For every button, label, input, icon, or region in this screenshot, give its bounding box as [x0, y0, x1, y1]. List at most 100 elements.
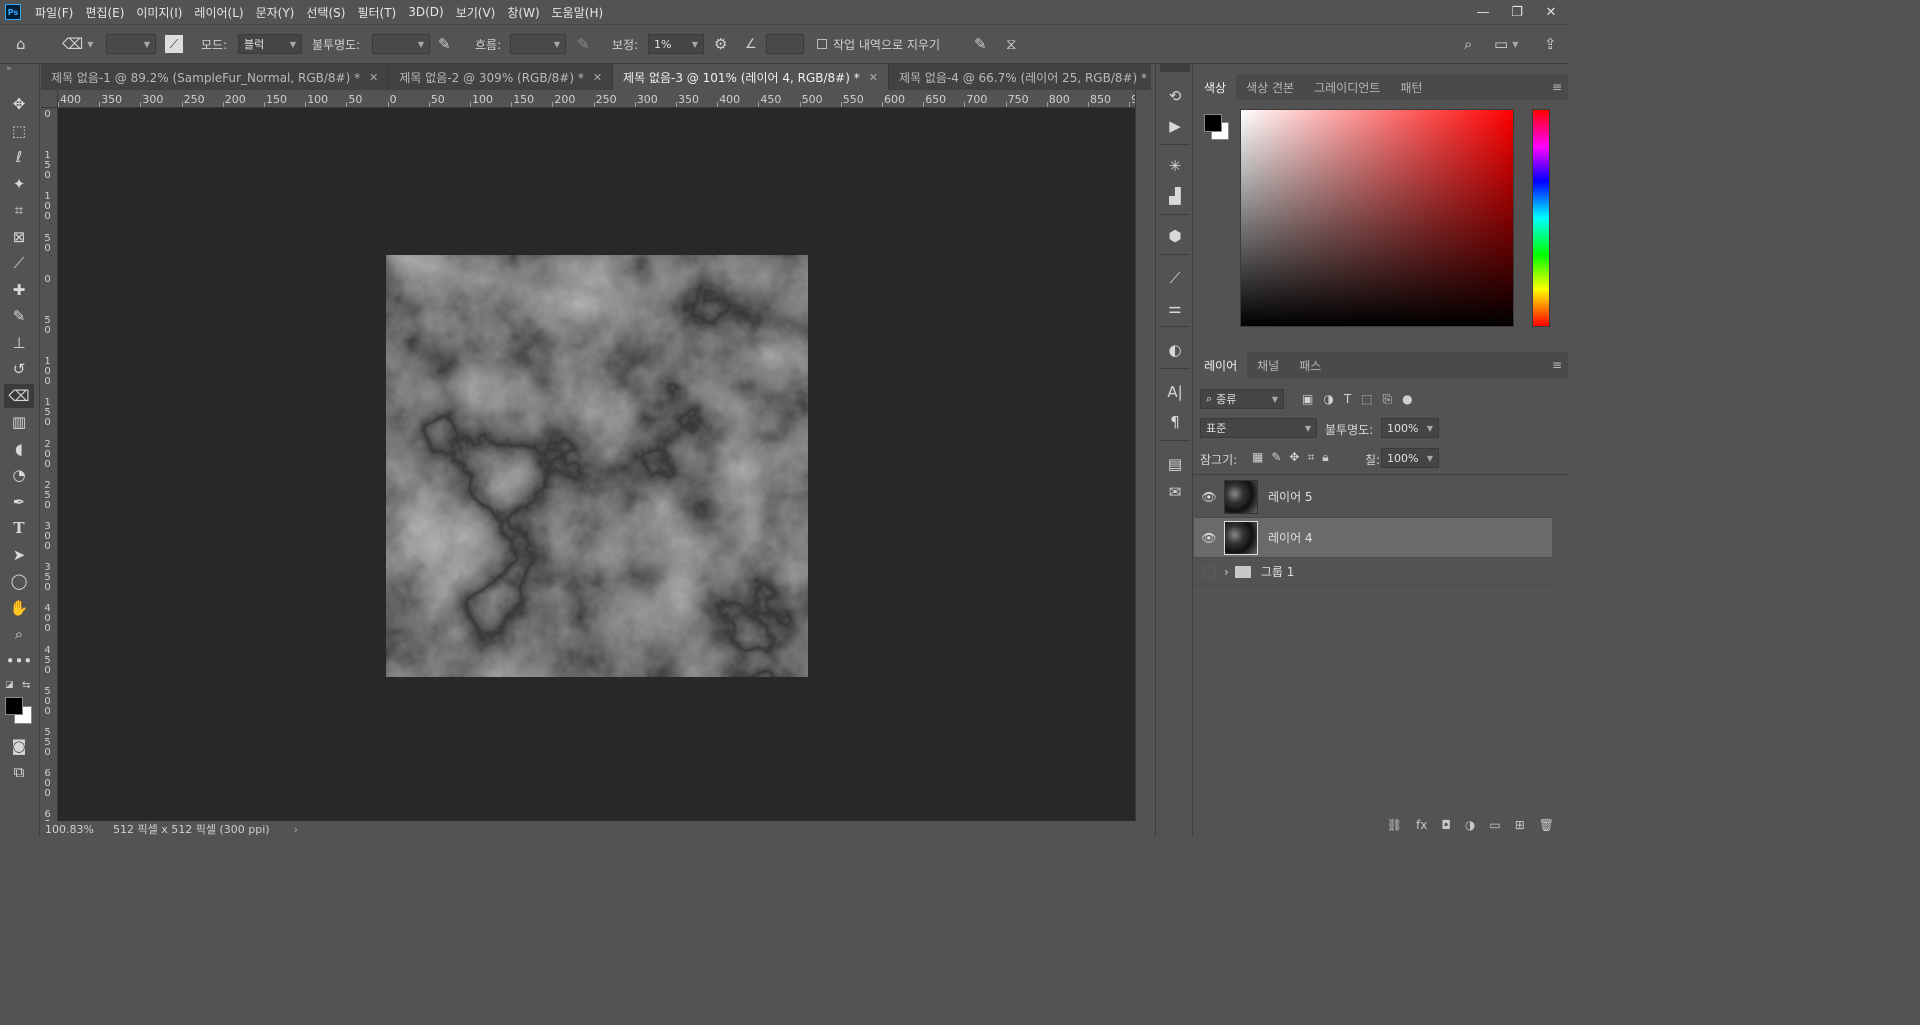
filter-pixel-icon[interactable]: ▣ [1302, 392, 1313, 407]
close-icon[interactable]: ✕ [593, 71, 602, 84]
status-menu-icon[interactable]: › [294, 823, 298, 836]
close-icon[interactable]: ✕ [369, 71, 378, 84]
lock-position-icon[interactable]: ✥ [1289, 450, 1299, 465]
brush-preset-picker[interactable]: ▼ [106, 25, 156, 63]
trash-icon[interactable]: 🗑︎ [1539, 818, 1554, 832]
restore-icon[interactable]: ❐ [1500, 0, 1534, 24]
horizontal-ruler[interactable]: 400 350 300 250 200 150 100 50 0 50 100 150 200 250 30… [58, 90, 1135, 108]
filter-shape-icon[interactable]: ⬚ [1361, 392, 1372, 407]
filter-toggle-icon[interactable]: ● [1402, 392, 1412, 407]
dock-handle[interactable] [1160, 64, 1190, 72]
doc-tab-1[interactable]: 제목 없음-1 @ 89.2% (SampleFur_Normal, RGB/8… [41, 64, 390, 90]
default-colors-icon[interactable]: ◪ [5, 680, 14, 690]
move-icon[interactable]: ✥ [4, 92, 34, 116]
panel-menu-icon[interactable]: ≡ [1552, 80, 1562, 94]
vertical-scrollbar[interactable] [1135, 90, 1151, 821]
search-icon[interactable]: ⌕ [1464, 25, 1472, 63]
character-icon[interactable]: A| [1160, 380, 1190, 404]
paragraph-icon[interactable]: ¶ [1160, 410, 1190, 434]
document-canvas[interactable] [386, 255, 808, 677]
histogram-icon[interactable]: ▟ [1160, 184, 1190, 208]
pressure-size-icon[interactable]: ✎ [974, 25, 987, 63]
workspace-icon[interactable]: ▭ ▼ [1494, 25, 1518, 63]
doc-tab-3[interactable]: 제목 없음-3 @ 101% (레이어 4, RGB/8#) * ✕ [613, 64, 889, 90]
3d-icon[interactable]: ⬢ [1160, 224, 1190, 248]
angle-input[interactable] [766, 25, 804, 63]
clone-source-icon[interactable]: ◐ [1160, 338, 1190, 362]
tab-color[interactable]: 색상 [1194, 74, 1237, 100]
opacity-input[interactable]: ▼ [372, 25, 430, 63]
brush-settings-icon[interactable]: ⟋ [165, 25, 183, 63]
hand-icon[interactable]: ✋ [4, 596, 34, 620]
minimize-icon[interactable]: — [1466, 0, 1500, 24]
tab-channels[interactable]: 채널 [1247, 352, 1289, 378]
foreground-color-swatch[interactable] [1204, 114, 1222, 132]
doc-tab-2[interactable]: 제목 없음-2 @ 309% (RGB/8#) * ✕ [389, 64, 614, 90]
menu-help[interactable]: 도움말(H) [546, 4, 610, 21]
tool-preset-picker[interactable]: ⌫ ▼ [62, 25, 93, 63]
new-group-icon[interactable]: ▭ [1489, 818, 1500, 832]
healing-icon[interactable]: ✚ [4, 278, 34, 302]
zoom-level[interactable]: 100.83% [45, 823, 109, 836]
visibility-eye-icon[interactable]: 👁︎ [1194, 490, 1224, 504]
ellipse-icon[interactable]: ◯ [4, 569, 34, 593]
tab-gradients[interactable]: 그레이디언트 [1304, 74, 1390, 100]
erase-history-checkbox[interactable]: 작업 내역으로 지우기 [817, 25, 940, 63]
tab-patterns[interactable]: 패턴 [1390, 74, 1432, 100]
quick-mask-icon[interactable]: ◙ [4, 734, 34, 758]
link-icon[interactable]: ⛓ [1387, 818, 1402, 832]
menu-file[interactable]: 파일(F) [29, 4, 79, 21]
tab-layers[interactable]: 레이어 [1194, 352, 1248, 378]
menu-edit[interactable]: 편집(E) [79, 4, 130, 21]
type-icon[interactable]: T [4, 516, 34, 540]
visibility-eye-icon[interactable]: 👁︎ [1194, 531, 1224, 545]
history-icon[interactable]: ⟲ [1160, 84, 1190, 108]
menu-type[interactable]: 문자(Y) [250, 4, 301, 21]
more-icon[interactable]: ••• [4, 649, 34, 673]
pen-icon[interactable]: ✒ [4, 490, 34, 514]
layer-name[interactable]: 레이어 5 [1268, 488, 1313, 505]
ruler-corner[interactable] [41, 90, 58, 108]
smoothing-input[interactable]: 1% ▼ [648, 25, 704, 63]
filter-smart-icon[interactable]: ⎘ [1383, 392, 1393, 407]
tab-paths[interactable]: 패스 [1289, 352, 1331, 378]
symmetry-icon[interactable]: ⧖ [1006, 25, 1017, 63]
menu-select[interactable]: 선택(S) [300, 4, 351, 21]
visibility-empty-icon[interactable] [1194, 565, 1224, 578]
menu-view[interactable]: 보기(V) [450, 4, 502, 21]
fill-input[interactable]: 100% ▼ [1381, 448, 1439, 468]
layer-name[interactable]: 레이어 4 [1268, 529, 1313, 546]
panel-menu-icon[interactable]: ≡ [1552, 358, 1562, 372]
stamp-icon[interactable]: ⊥ [4, 331, 34, 355]
share-icon[interactable]: ⇪ [1544, 25, 1557, 63]
libraries-icon[interactable]: ▤ [1160, 452, 1190, 476]
menu-filter[interactable]: 필터(T) [351, 4, 402, 21]
mask-icon[interactable]: ◘ [1441, 818, 1451, 832]
crop-icon[interactable]: ⌗ [4, 198, 34, 222]
lock-pixels-icon[interactable]: ✎ [1271, 450, 1281, 465]
menu-image[interactable]: 이미지(I) [130, 4, 188, 21]
airbrush-icon[interactable]: ✎ [577, 25, 590, 63]
layer-filter-select[interactable]: ⌕ 종류 ▼ [1200, 389, 1284, 409]
adjustment-layer-icon[interactable]: ◑ [1465, 818, 1475, 832]
close-icon[interactable]: ✕ [869, 71, 878, 84]
expand-chevron-icon[interactable]: › [1224, 565, 1229, 579]
filter-type-icon[interactable]: T [1344, 392, 1351, 407]
hue-slider[interactable] [1532, 109, 1550, 327]
tab-swatches[interactable]: 색상 견본 [1236, 74, 1304, 100]
mode-select[interactable]: 블럭 ▼ [238, 25, 302, 63]
menu-3d[interactable]: 3D(D) [402, 5, 449, 19]
fx-icon[interactable]: fx [1416, 818, 1427, 832]
color-field[interactable] [1240, 109, 1514, 327]
layer-row[interactable]: 👁︎ 레이어 4 [1194, 518, 1552, 558]
lock-transparent-icon[interactable]: ▦ [1252, 450, 1263, 465]
properties-icon[interactable]: ⚌ [1160, 296, 1190, 320]
marquee-icon[interactable]: ⬚ [4, 119, 34, 143]
frame-icon[interactable]: ⊠ [4, 225, 34, 249]
lasso-icon[interactable]: ℓ [4, 145, 34, 169]
blur-icon[interactable]: ◖ [4, 437, 34, 461]
path-select-icon[interactable]: ➤ [4, 543, 34, 567]
collapse-icon[interactable]: » [6, 64, 12, 74]
history-brush-icon[interactable]: ↺ [4, 357, 34, 381]
vertical-ruler[interactable]: 0 150 100 50 0 50 100 150 200 250 300 350 400 450 500 5… [41, 108, 58, 821]
